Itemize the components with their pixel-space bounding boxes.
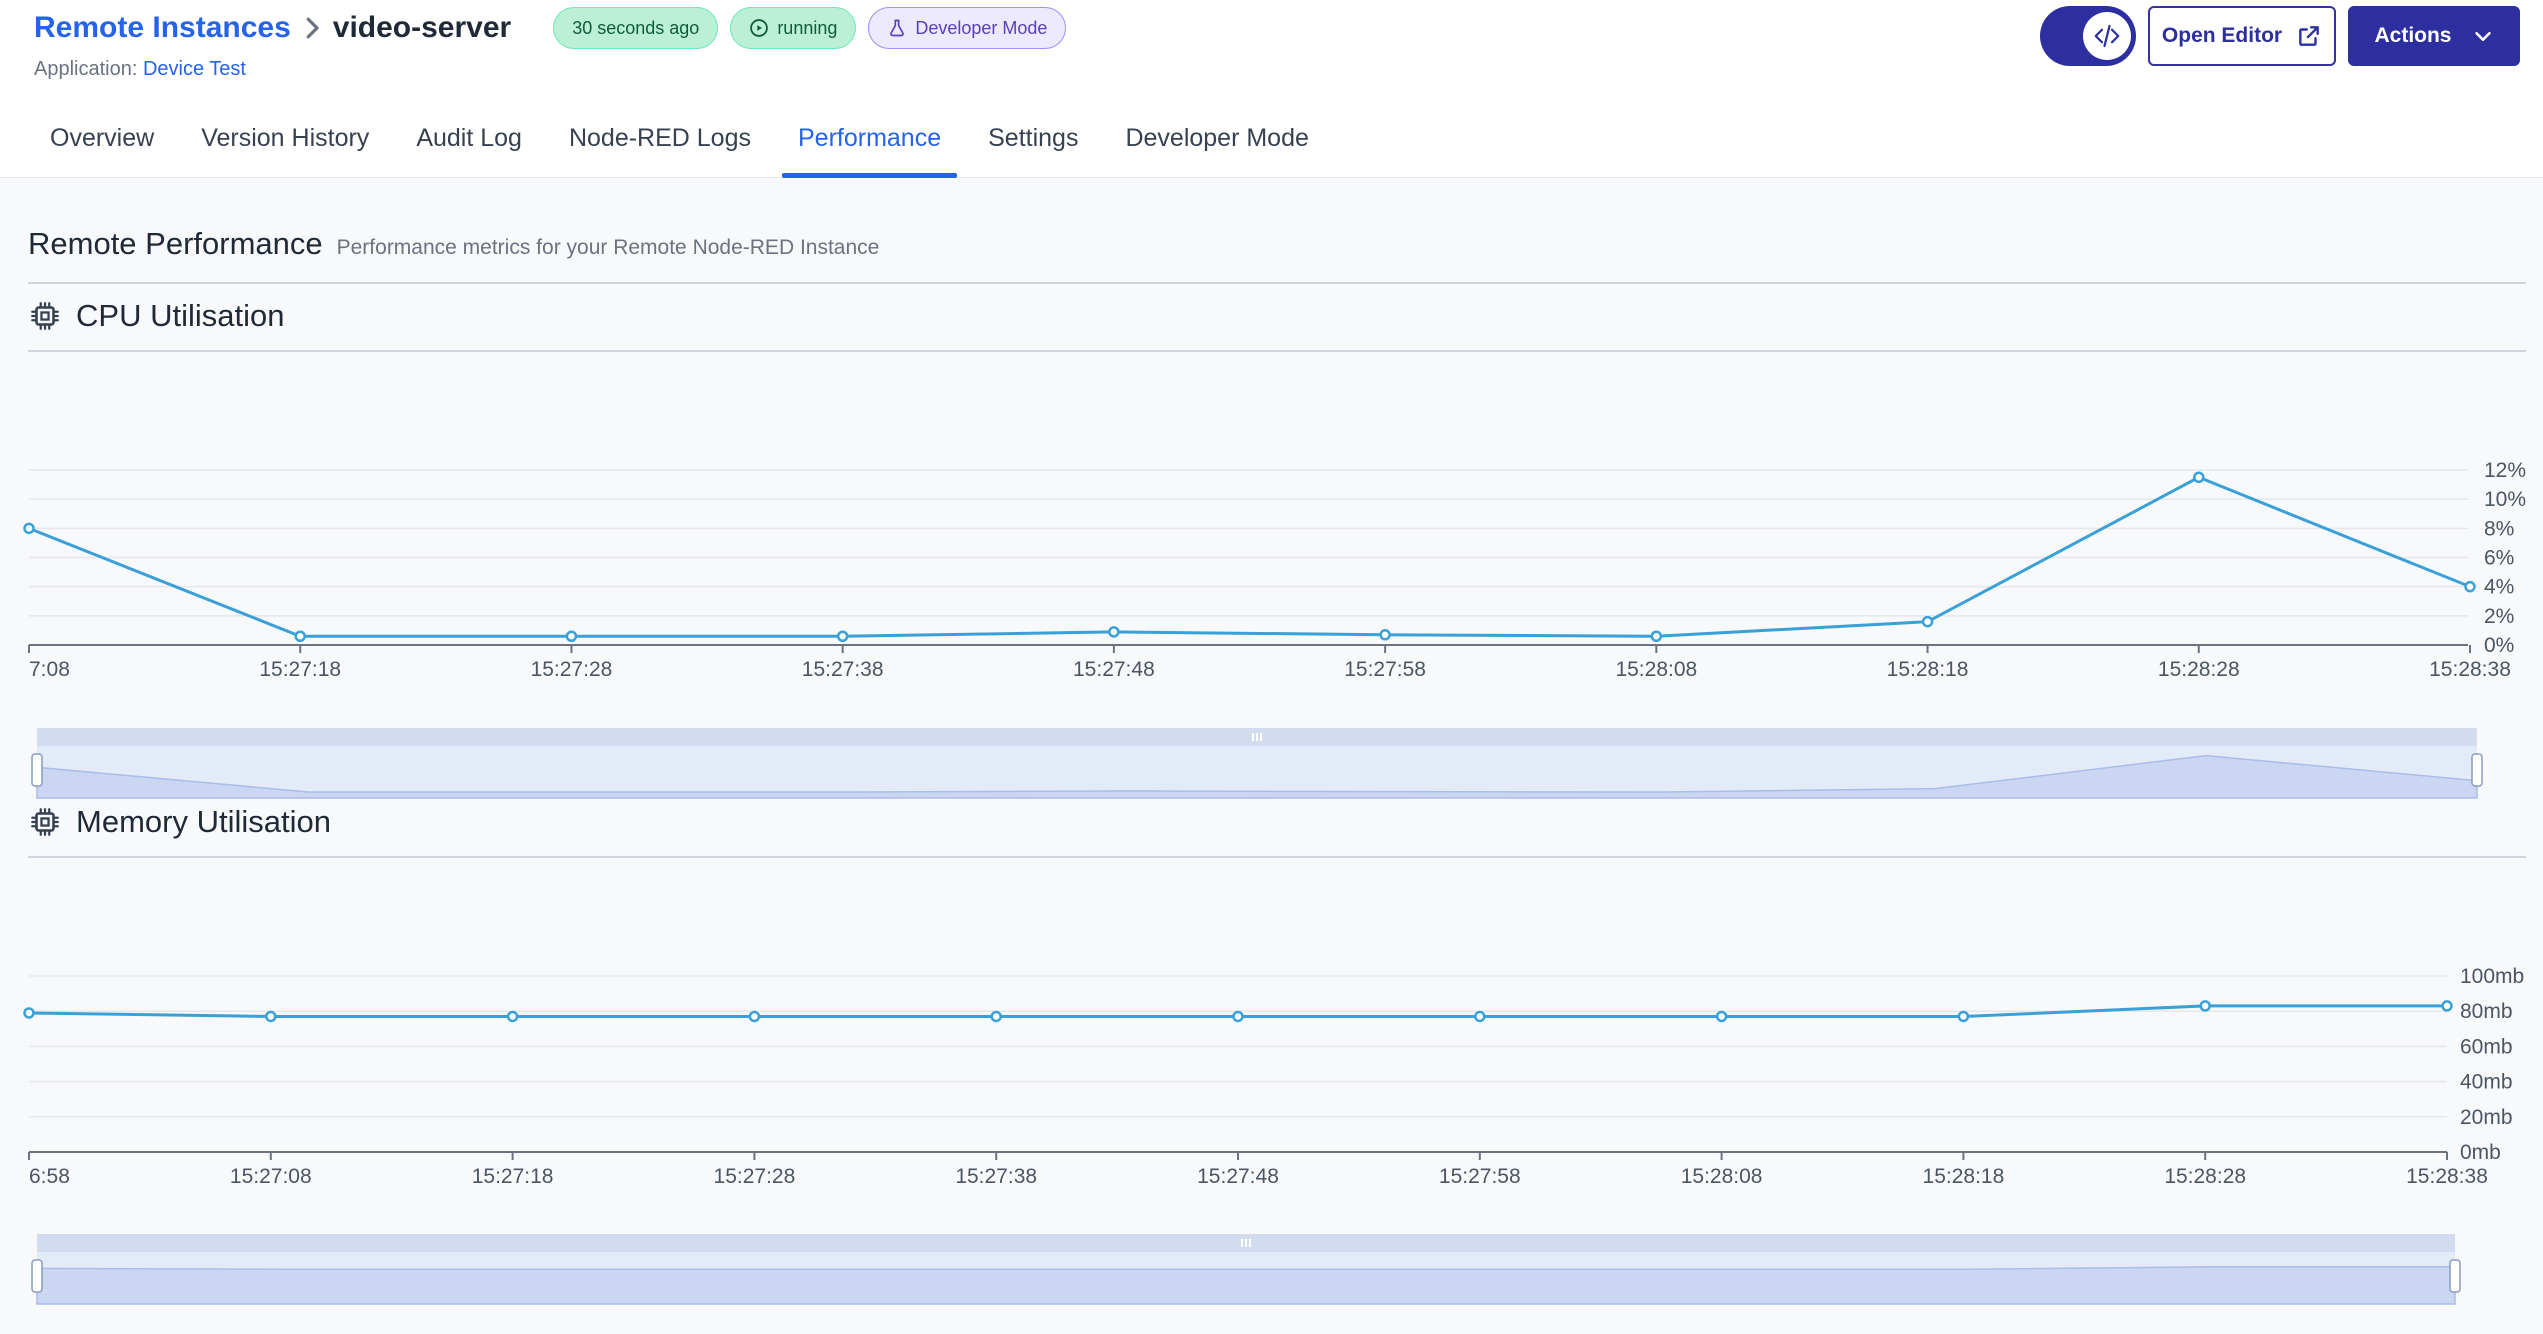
mem-y-tick-label: 40mb <box>2460 1071 2513 1094</box>
mem-zoom-right-handle[interactable] <box>2449 1259 2461 1293</box>
mem-y-tick-label: 80mb <box>2460 1000 2513 1023</box>
mem-zoom-left-handle[interactable] <box>31 1259 43 1293</box>
mem-y-tick-label: 0mb <box>2460 1141 2501 1164</box>
mem-data-point <box>1474 1010 1486 1023</box>
mem-data-point <box>506 1010 519 1023</box>
mem-data-point <box>1715 1010 1728 1023</box>
mem-data-point <box>1232 1010 1244 1023</box>
mem-data-point <box>2441 1000 2453 1012</box>
mem-x-tick-label: 15:27:08 <box>230 1165 312 1188</box>
mem-data-point <box>748 1010 761 1023</box>
mem-data-point <box>2199 1000 2211 1012</box>
mem-y-tick-label: 60mb <box>2460 1035 2513 1058</box>
mem-data-point <box>990 1010 1002 1023</box>
mem-x-tick-label: 6:58 <box>29 1165 70 1188</box>
mem-x-tick-label: 15:28:18 <box>1923 1165 2005 1188</box>
memory-utilisation-chart: 0mb 20mb 40mb 60mb 80mb 100mb 6:58 15:27:08 15:2… <box>23 965 2524 1305</box>
mem-zoom-area <box>36 1266 2456 1305</box>
mem-y-tick-label: 20mb <box>2460 1106 2513 1129</box>
mem-x-tick-label: 15:27:18 <box>472 1165 554 1188</box>
mem-data-point <box>265 1010 277 1023</box>
mem-x-tick-label: 15:27:28 <box>714 1165 796 1188</box>
mem-x-tick-label: 15:27:48 <box>1197 1165 1279 1188</box>
mem-x-tick-label: 15:27:58 <box>1439 1165 1521 1188</box>
mem-x-tick-label: 15:28:28 <box>2164 1165 2246 1188</box>
mem-x-tick-label: 15:27:38 <box>955 1165 1037 1188</box>
mem-data-point <box>1957 1010 1970 1023</box>
mem-data-point <box>23 1007 35 1019</box>
mem-x-tick-label: 15:28:38 <box>2406 1165 2488 1188</box>
mem-y-tick-label: 100mb <box>2460 965 2524 988</box>
mem-x-tick-label: 15:28:08 <box>1681 1165 1763 1188</box>
